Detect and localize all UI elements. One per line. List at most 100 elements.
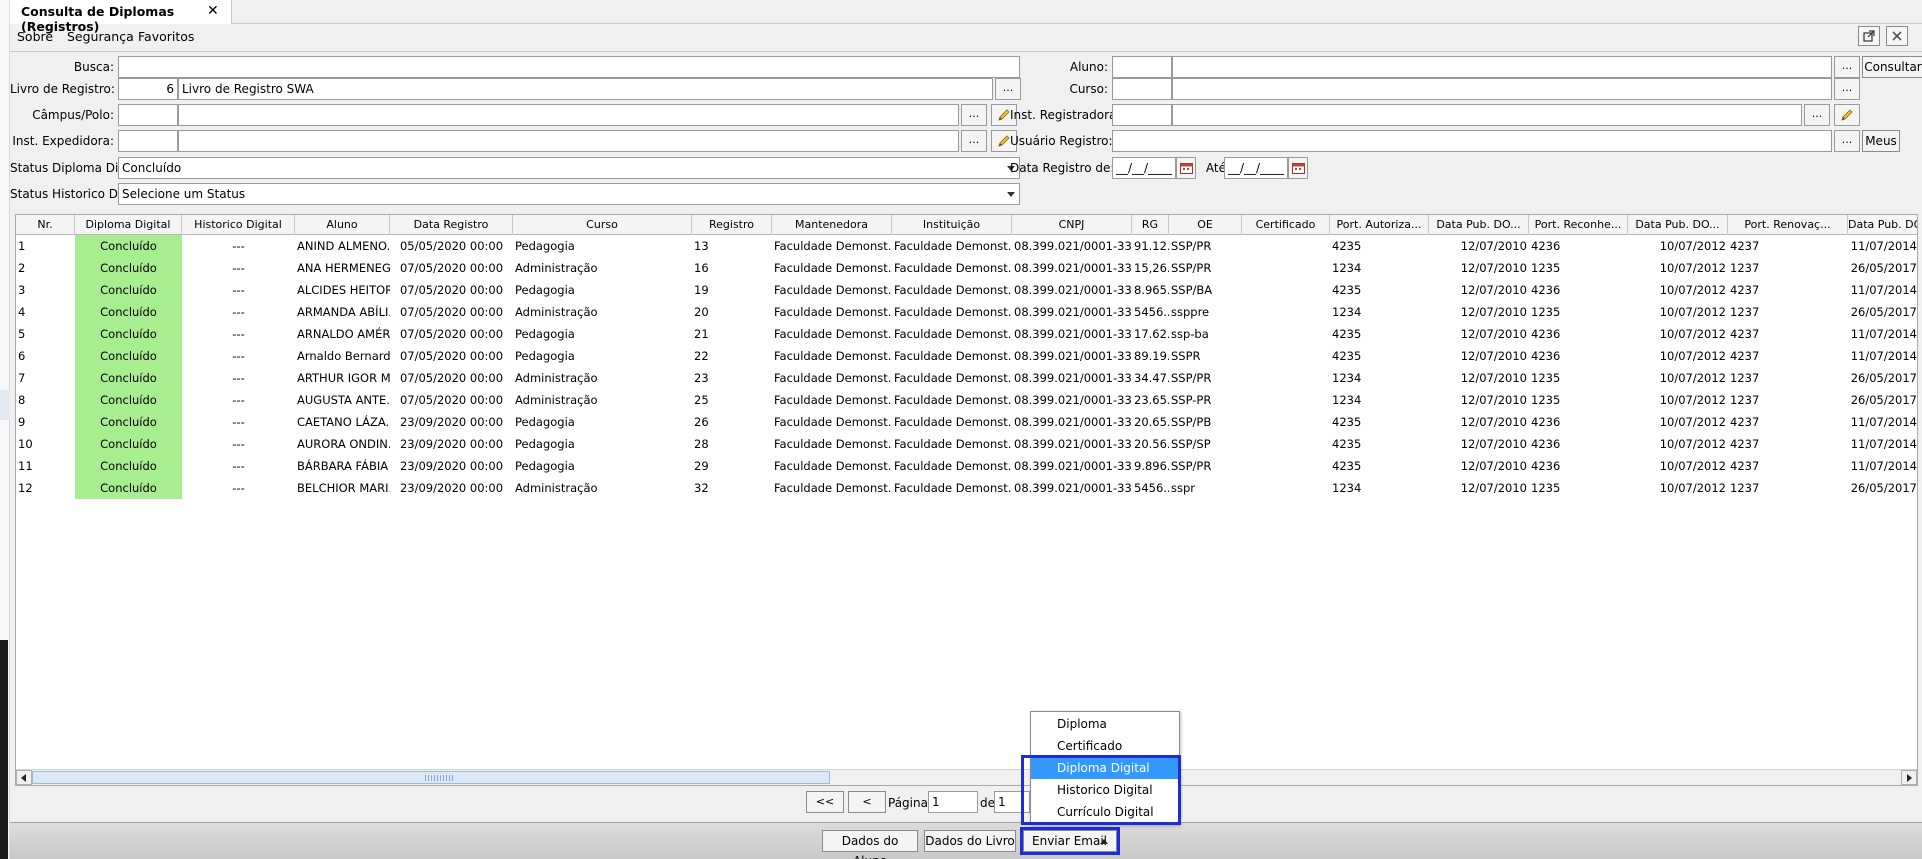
curso-name-input[interactable]	[1172, 78, 1832, 100]
main-window: Consulta de Diplomas (Registros) ✕ Sobre…	[10, 0, 1922, 859]
inst-registradora-name-input[interactable]	[1172, 104, 1802, 126]
menu-sobre[interactable]: Sobre	[17, 29, 53, 44]
status-diploma-select[interactable]: Concluído	[118, 157, 1020, 179]
data-registro-ate-calendar-button[interactable]	[1288, 157, 1308, 179]
cell-cnpj: 08.399.021/0001-33	[1014, 283, 1132, 297]
campus-polo-code-input[interactable]	[118, 104, 178, 126]
column-header-curso[interactable]: Curso	[513, 215, 692, 235]
table-row[interactable]: 12 Concluído --- BELCHIOR MARI... 23/09/2020…	[16, 477, 1917, 499]
column-header-instituicao[interactable]: Instituição	[892, 215, 1012, 235]
table-row[interactable]: 9 Concluído --- CAETANO LÁZA... 23/09/2020 0…	[16, 411, 1917, 433]
data-registro-de-input[interactable]: __/__/____	[1112, 157, 1176, 179]
livro-registro-code-input[interactable]: 6	[118, 78, 178, 100]
detach-window-button[interactable]	[1858, 26, 1880, 46]
horizontal-scrollbar[interactable]	[16, 769, 1917, 785]
menu-item-diploma[interactable]: Diploma	[1031, 713, 1179, 735]
dados-livro-button[interactable]: Dados do Livro	[924, 830, 1016, 852]
column-header-port-reconhecimento[interactable]: Port. Reconhe...	[1529, 215, 1628, 235]
cell-port-reconhecimento: 4236	[1531, 239, 1561, 253]
menu-bar: Sobre Segurança Favoritos	[10, 25, 1922, 49]
prev-page-button[interactable]: <	[848, 791, 886, 813]
aluno-lookup-button[interactable]: ...	[1834, 56, 1860, 78]
column-header-rg[interactable]: RG	[1132, 215, 1169, 235]
data-registro-de-calendar-button[interactable]	[1176, 157, 1196, 179]
table-row[interactable]: 2 Concluído --- ANA HERMENEG... 07/05/2020 0…	[16, 257, 1917, 279]
column-header-data-pub-do-3[interactable]: Data Pub. DO...	[1848, 215, 1917, 235]
enviar-email-button[interactable]: Enviar Email	[1023, 830, 1117, 852]
meus-button[interactable]: Meus	[1862, 130, 1900, 152]
dados-aluno-button[interactable]: Dados do Aluno	[822, 830, 918, 859]
table-row[interactable]: 10 Concluído --- AURORA ONDIN... 23/09/2020 …	[16, 433, 1917, 455]
inst-registradora-code-input[interactable]	[1112, 104, 1172, 126]
table-row[interactable]: 1 Concluído --- ANIND ALMENO... 05/05/2020 0…	[16, 235, 1917, 257]
table-row[interactable]: 11 Concluído --- BÁRBARA FÁBIA ... 23/09/202…	[16, 455, 1917, 477]
results-table[interactable]: Nr. Diploma Digital Historico Digital Aluno…	[15, 214, 1918, 786]
tab-close-icon[interactable]: ✕	[207, 3, 219, 19]
inst-registradora-edit-button[interactable]	[1834, 104, 1860, 126]
column-header-certificado[interactable]: Certificado	[1242, 215, 1330, 235]
column-header-historico-digital[interactable]: Historico Digital	[182, 215, 295, 235]
inst-registradora-lookup-button[interactable]: ...	[1804, 104, 1830, 126]
campus-polo-name-input[interactable]	[178, 104, 959, 126]
busca-input[interactable]	[118, 56, 1020, 78]
tab-consulta-diplomas[interactable]: Consulta de Diplomas (Registros) ✕	[10, 0, 232, 34]
inst-expedidora-name-input[interactable]	[178, 130, 959, 152]
table-row[interactable]: 3 Concluído --- ALCIDES HEITOR... 07/05/2020…	[16, 279, 1917, 301]
livro-registro-name-input[interactable]: Livro de Registro SWA	[178, 78, 993, 100]
scroll-right-icon[interactable]	[1901, 770, 1917, 785]
table-row[interactable]: 6 Concluído --- Arnaldo Bernardi... 07/05/20…	[16, 345, 1917, 367]
curso-lookup-button[interactable]: ...	[1834, 78, 1860, 100]
cell-data-pub-do-1: 12/07/2010	[1460, 459, 1527, 473]
aluno-code-input[interactable]	[1112, 56, 1172, 78]
data-registro-ate-input[interactable]: __/__/____	[1224, 157, 1288, 179]
status-historico-select[interactable]: Selecione um Status	[118, 183, 1020, 205]
table-row[interactable]: 8 Concluído --- AUGUSTA ANTE... 07/05/2020 0…	[16, 389, 1917, 411]
consultar-button[interactable]: Consultar	[1862, 56, 1922, 78]
first-page-button[interactable]: <<	[806, 791, 844, 813]
cell-data-pub-do-1: 12/07/2010	[1460, 415, 1527, 429]
cell-rg: 23.65...	[1134, 393, 1169, 407]
page-input[interactable]: 1	[928, 791, 978, 813]
cell-port-renovacao: 1237	[1730, 305, 1760, 319]
menu-item-diploma-digital[interactable]: Diploma Digital	[1031, 757, 1179, 779]
inst-expedidora-code-input[interactable]	[118, 130, 178, 152]
scrollbar-thumb[interactable]	[32, 771, 830, 784]
usuario-registro-input[interactable]	[1112, 130, 1832, 152]
menu-item-curriculo-digital[interactable]: Currículo Digital	[1031, 801, 1179, 823]
column-header-oe[interactable]: OE	[1169, 215, 1242, 235]
cell-instituicao: Faculdade Demonst...	[894, 349, 1012, 363]
campus-polo-lookup-button[interactable]: ...	[961, 104, 987, 126]
curso-code-input[interactable]	[1112, 78, 1172, 100]
table-row[interactable]: 5 Concluído --- ARNALDO AMÉR... 07/05/2020 0…	[16, 323, 1917, 345]
menu-favoritos[interactable]: Favoritos	[138, 29, 194, 44]
table-row[interactable]: 4 Concluído --- ARMANDA ABÍLI... 07/05/2020 …	[16, 301, 1917, 323]
column-header-data-pub-do-2[interactable]: Data Pub. DO...	[1628, 215, 1728, 235]
cell-rg: 9.896...	[1134, 459, 1169, 473]
menu-seguranca[interactable]: Segurança	[67, 29, 134, 44]
cell-rg: 17.62...	[1134, 327, 1169, 341]
column-header-cnpj[interactable]: CNPJ	[1012, 215, 1132, 235]
column-header-aluno[interactable]: Aluno	[295, 215, 390, 235]
column-header-port-renovacao[interactable]: Port. Renovaç...	[1728, 215, 1848, 235]
column-header-data-registro[interactable]: Data Registro	[390, 215, 513, 235]
close-window-button[interactable]	[1886, 26, 1908, 46]
usuario-registro-lookup-button[interactable]: ...	[1834, 130, 1860, 152]
menu-item-historico-digital[interactable]: Historico Digital	[1031, 779, 1179, 801]
column-header-nr[interactable]: Nr.	[16, 215, 75, 235]
table-row[interactable]: 7 Concluído --- ARTHUR IGOR M... 07/05/2020 …	[16, 367, 1917, 389]
column-header-port-autorizacao[interactable]: Port. Autoriza...	[1330, 215, 1429, 235]
column-header-mantenedora[interactable]: Mantenedora	[772, 215, 892, 235]
column-header-data-pub-do-1[interactable]: Data Pub. DO...	[1429, 215, 1529, 235]
column-header-registro[interactable]: Registro	[692, 215, 772, 235]
chevron-up-icon	[1100, 839, 1108, 844]
scroll-left-icon[interactable]	[16, 770, 32, 785]
column-header-diploma-digital[interactable]: Diploma Digital	[75, 215, 182, 235]
aluno-name-input[interactable]	[1172, 56, 1832, 78]
cell-port-autorizacao: 4235	[1332, 349, 1362, 363]
busca-label: Busca:	[73, 60, 114, 74]
cell-instituicao: Faculdade Demonst...	[894, 261, 1012, 275]
inst-expedidora-lookup-button[interactable]: ...	[961, 130, 987, 152]
cell-port-reconhecimento: 4236	[1531, 459, 1561, 473]
cell-historico-digital: ---	[232, 437, 245, 451]
menu-item-certificado[interactable]: Certificado	[1031, 735, 1179, 757]
